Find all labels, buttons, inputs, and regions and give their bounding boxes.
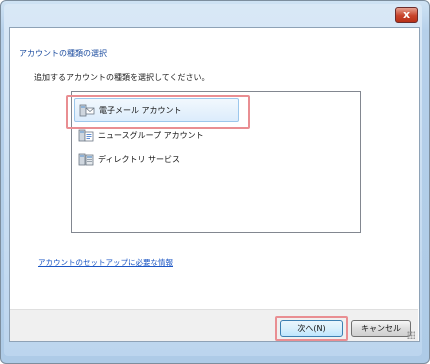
instruction-text: 追加するアカウントの種類を選択してください。 (34, 73, 210, 82)
list-item-label: 電子メール アカウント (99, 105, 182, 115)
cancel-button[interactable]: キャンセル (351, 320, 411, 337)
list-item-directory-service[interactable]: ディレクトリ サービス (74, 148, 180, 170)
close-icon: x (402, 8, 411, 21)
newsgroup-account-icon (78, 127, 94, 143)
setup-info-link[interactable]: アカウントのセットアップに必要な情報 (38, 257, 173, 268)
resize-grip[interactable] (407, 331, 415, 339)
directory-service-icon (78, 151, 94, 167)
section-title: アカウントの種類の選択 (19, 49, 107, 58)
close-button[interactable]: x (395, 7, 418, 23)
list-item-email-account[interactable]: 電子メール アカウント (74, 98, 239, 122)
list-item-label: ニュースグループ アカウント (98, 130, 204, 140)
list-item-label: ディレクトリ サービス (98, 154, 180, 164)
list-item-newsgroup-account[interactable]: ニュースグループ アカウント (74, 124, 204, 146)
next-button[interactable]: 次へ(N) (280, 320, 343, 337)
account-type-list[interactable]: 電子メール アカウント ニュースグループ アカウント ディレクトリ サービス (71, 91, 361, 233)
email-account-icon (79, 102, 95, 118)
